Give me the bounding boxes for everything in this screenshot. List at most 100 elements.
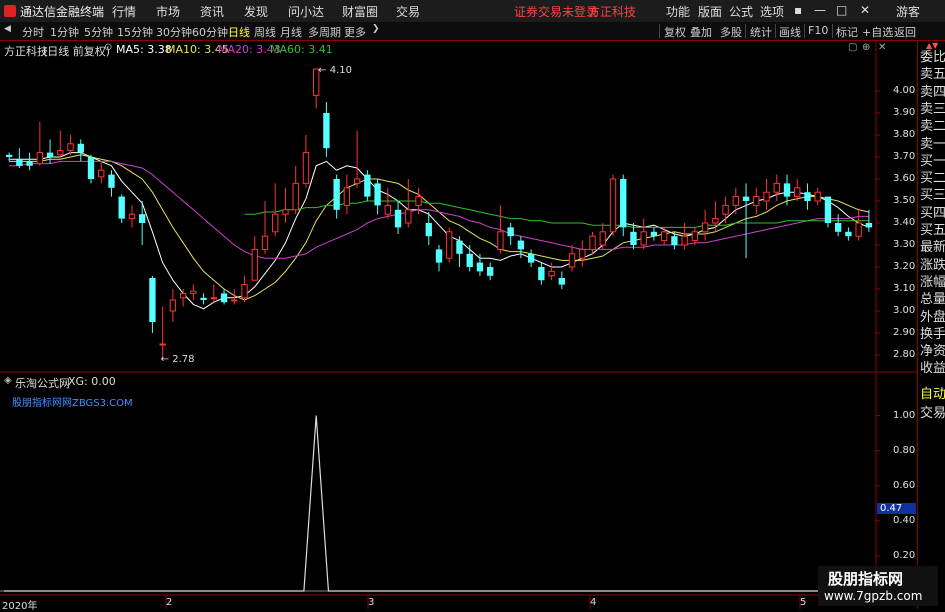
candle (599, 223, 606, 250)
candle (579, 240, 586, 267)
indicator-name[interactable]: 乐淘公式网 (15, 375, 70, 391)
candle-body (415, 196, 422, 206)
settings-circle-icon[interactable]: ⊙ (104, 42, 112, 53)
candle-body (630, 231, 637, 245)
candle (128, 205, 136, 228)
candle-body (794, 187, 801, 198)
candle (261, 201, 269, 254)
kline-chart[interactable] (0, 0, 917, 609)
price-tick-label: 2.80 (893, 349, 916, 360)
candle-body (466, 253, 473, 267)
candle (353, 130, 361, 188)
indicator-settings-icon[interactable]: ◈ (4, 375, 12, 386)
candle-body (302, 152, 310, 184)
candle-body (425, 223, 432, 237)
candle (548, 262, 555, 281)
candle (476, 253, 484, 276)
price-tick-label: 3.70 (893, 151, 916, 162)
candle (282, 187, 289, 223)
candle-body (487, 267, 494, 276)
candle-body (548, 270, 555, 277)
candle (98, 161, 105, 184)
candle-body (538, 267, 545, 281)
ma-line-ma10 (9, 154, 870, 301)
candle (835, 214, 842, 237)
candle (220, 289, 228, 305)
side-item-4: 卖二 (920, 119, 945, 135)
candle-body (661, 231, 668, 242)
candle (742, 183, 750, 259)
candle-body (640, 231, 647, 246)
signal-indicator-line (4, 415, 874, 592)
indicator-tick-label: 0.20 (893, 549, 916, 561)
side-item-18: 收益 (920, 361, 945, 377)
candle-body (435, 249, 443, 263)
candle-body (251, 248, 258, 281)
xaxis-label-2020: 2020年 (2, 601, 38, 612)
candle (200, 293, 207, 305)
candle-body (476, 262, 484, 272)
candle-body (16, 159, 23, 166)
candle (251, 236, 258, 281)
panel-close-icon[interactable]: ✕ (878, 42, 886, 53)
candle-body (507, 227, 514, 237)
candle-body (814, 191, 821, 202)
candle (77, 139, 84, 162)
auto-toggle-button[interactable]: 自动 (920, 383, 945, 402)
candle-body (118, 196, 125, 219)
candlesticks (5, 68, 873, 360)
price-tick-label: 3.10 (893, 283, 916, 294)
candle (620, 174, 627, 237)
candle (466, 245, 473, 272)
moving-average-lines (9, 152, 870, 310)
candle (384, 187, 391, 219)
candle (333, 174, 340, 219)
candle (773, 174, 780, 201)
candle (374, 179, 381, 215)
candle-body (722, 204, 729, 215)
maximize-panel-icon[interactable]: ▢ (848, 42, 857, 53)
signal-line (4, 415, 874, 592)
candle (5, 152, 13, 162)
candle-body (701, 222, 709, 233)
candle (16, 148, 23, 168)
side-item-17: 净资 (920, 344, 945, 360)
candle (753, 187, 760, 215)
candle (568, 245, 576, 272)
candle-body (824, 196, 832, 223)
trade-button[interactable]: 交易 (920, 402, 945, 421)
candle (558, 271, 565, 289)
candle (67, 135, 74, 155)
candle-body (589, 235, 596, 250)
candle (845, 227, 852, 241)
candle-body (446, 231, 453, 259)
candle (210, 284, 217, 303)
candle-body (292, 182, 299, 211)
candle (323, 102, 330, 157)
price-tick-label: 3.80 (893, 129, 916, 140)
candle-body (681, 235, 688, 246)
candle (394, 201, 402, 234)
candle-body (159, 343, 166, 346)
candle (824, 196, 832, 228)
candle-body (36, 152, 43, 165)
candle (435, 245, 443, 272)
candle-body (26, 161, 33, 166)
candle-body (364, 174, 371, 197)
candle-body (384, 204, 391, 215)
candle-body (497, 231, 504, 250)
candle-body (261, 235, 269, 250)
candle-body (855, 222, 862, 237)
indicator-tick-label: 0.60 (893, 479, 916, 491)
xaxis-label-apr: 4 (590, 597, 597, 608)
candle (26, 152, 33, 171)
zoom-icon[interactable]: ⊕ (862, 42, 870, 53)
chart-mode: (日线 前复权) (43, 45, 111, 58)
candle-body (753, 196, 760, 206)
candle (701, 209, 709, 241)
candle (804, 183, 811, 210)
candle (855, 209, 862, 241)
candle (57, 130, 64, 157)
ma60-label: MA60: 3.41 (270, 43, 333, 56)
candle-body (394, 209, 402, 228)
